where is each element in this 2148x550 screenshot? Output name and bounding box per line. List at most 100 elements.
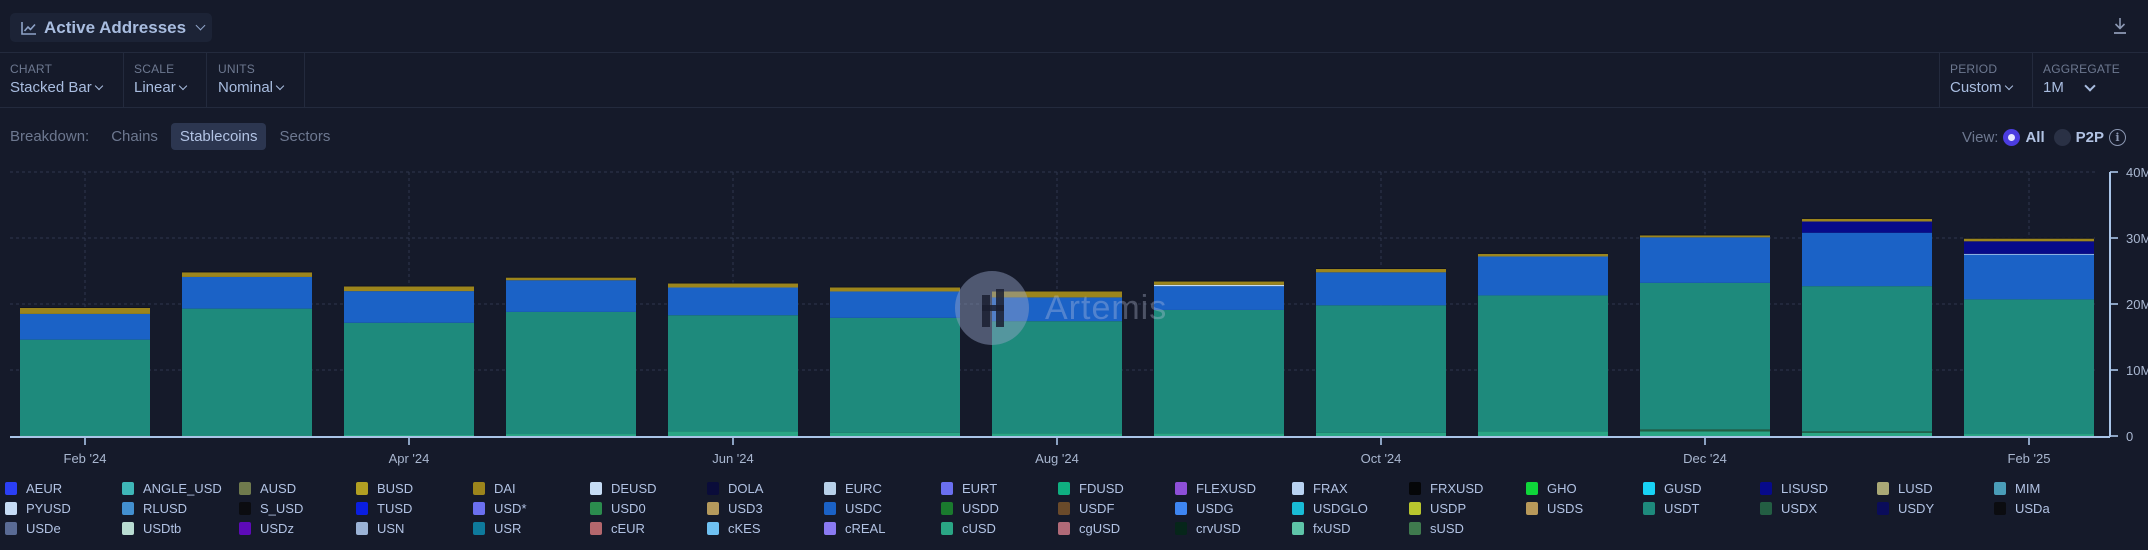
legend-item[interactable]: ANGLE_USD xyxy=(122,480,239,497)
aggregate-caption: AGGREGATE xyxy=(2043,62,2120,76)
legend-item[interactable]: USDC xyxy=(824,500,941,517)
bar-segment-usdc xyxy=(344,291,474,323)
scale-caption: SCALE xyxy=(134,62,175,76)
legend-item[interactable]: USDa xyxy=(1994,500,2111,517)
download-button[interactable] xyxy=(2112,17,2128,35)
legend-item[interactable]: USDF xyxy=(1058,500,1175,517)
scale-value: Linear xyxy=(134,79,176,96)
legend-swatch xyxy=(5,522,17,535)
bar-segment-usdt xyxy=(992,321,1122,434)
legend-item[interactable]: PYUSD xyxy=(5,500,122,517)
scale-dropdown[interactable]: SCALE Linear xyxy=(124,53,207,107)
view-p2p-radio[interactable] xyxy=(2053,128,2071,146)
tab-stablecoins[interactable]: Stablecoins xyxy=(170,123,267,150)
bar-segment-usdc xyxy=(1964,254,2094,300)
legend-item[interactable]: cUSD xyxy=(941,520,1058,537)
legend-item[interactable]: LUSD xyxy=(1877,480,1994,497)
legend-item[interactable]: crvUSD xyxy=(1175,520,1292,537)
x-tick-label: Oct '24 xyxy=(1361,451,1402,466)
chart-type-dropdown[interactable]: CHART Stacked Bar xyxy=(0,53,124,107)
bar-segment-dai xyxy=(1964,238,2094,242)
chevron-down-icon xyxy=(178,81,187,90)
bar-segment-dai xyxy=(182,272,312,277)
legend-item[interactable]: TUSD xyxy=(356,500,473,517)
legend-item[interactable]: S_USD xyxy=(239,500,356,517)
legend-item[interactable]: FRXUSD xyxy=(1409,480,1526,497)
view-all-label[interactable]: All xyxy=(2025,129,2044,146)
tab-chains[interactable]: Chains xyxy=(102,123,167,150)
view-all-radio[interactable] xyxy=(2003,128,2021,146)
y-tick-label: 20M xyxy=(2126,297,2148,312)
legend-item[interactable]: GUSD xyxy=(1643,480,1760,497)
units-value: Nominal xyxy=(218,79,274,96)
legend-item[interactable]: cKES xyxy=(707,520,824,537)
metric-selector[interactable]: Active Addresses xyxy=(10,13,212,42)
legend-swatch xyxy=(1292,522,1304,535)
legend-item[interactable]: USN xyxy=(356,520,473,537)
info-icon[interactable]: i xyxy=(2109,128,2126,146)
legend-label: RLUSD xyxy=(143,501,188,516)
legend-item[interactable]: DOLA xyxy=(707,480,824,497)
units-dropdown[interactable]: UNITS Nominal xyxy=(207,53,305,107)
legend-item[interactable]: BUSD xyxy=(356,480,473,497)
legend-item[interactable]: USDT xyxy=(1643,500,1760,517)
legend-item[interactable]: cREAL xyxy=(824,520,941,537)
y-tick-label: 10M xyxy=(2126,363,2148,378)
bar-segment-lisusd xyxy=(1964,241,2094,254)
legend-item[interactable]: cEUR xyxy=(590,520,707,537)
legend-label: USDG xyxy=(1196,501,1234,516)
bar-segment-usdc xyxy=(1316,272,1446,306)
legend-swatch xyxy=(1526,502,1538,515)
legend-item[interactable]: USDGLO xyxy=(1292,500,1409,517)
legend-item[interactable]: DAI xyxy=(473,480,590,497)
legend-item[interactable]: USD* xyxy=(473,500,590,517)
legend-item[interactable]: RLUSD xyxy=(122,500,239,517)
legend-label: USD0 xyxy=(611,501,646,516)
legend-item[interactable]: AUSD xyxy=(239,480,356,497)
legend-item[interactable]: USDP xyxy=(1409,500,1526,517)
legend-item[interactable]: FDUSD xyxy=(1058,480,1175,497)
stacked-bar-chart: Feb '24 Apr '24 Jun '24 Aug '24 Oct '24 Dec '… xyxy=(10,165,2148,466)
legend-item[interactable]: USDY xyxy=(1877,500,1994,517)
legend-item[interactable]: sUSD xyxy=(1409,520,1526,537)
legend-label: USDD xyxy=(962,501,999,516)
period-dropdown[interactable]: PERIOD Custom xyxy=(1939,53,2032,107)
legend-item[interactable]: DEUSD xyxy=(590,480,707,497)
legend-item[interactable]: USDD xyxy=(941,500,1058,517)
legend-item[interactable]: AEUR xyxy=(5,480,122,497)
legend-item[interactable]: USD0 xyxy=(590,500,707,517)
legend-item[interactable]: USD3 xyxy=(707,500,824,517)
legend-item[interactable]: MIM xyxy=(1994,480,2111,497)
legend-item[interactable]: USDX xyxy=(1760,500,1877,517)
legend-item[interactable]: USDe xyxy=(5,520,122,537)
view-p2p-label[interactable]: P2P xyxy=(2076,129,2104,146)
legend-label: cKES xyxy=(728,521,761,536)
aggregate-dropdown[interactable]: AGGREGATE 1M xyxy=(2032,53,2148,107)
legend-swatch xyxy=(824,482,836,495)
legend-item[interactable]: FRAX xyxy=(1292,480,1409,497)
legend-swatch xyxy=(1643,482,1655,495)
legend-item[interactable]: GHO xyxy=(1526,480,1643,497)
legend-label: AUSD xyxy=(260,481,297,496)
legend-item[interactable]: USDz xyxy=(239,520,356,537)
legend-item[interactable]: cgUSD xyxy=(1058,520,1175,537)
legend-item[interactable]: fxUSD xyxy=(1292,520,1409,537)
metric-title: Active Addresses xyxy=(44,17,187,37)
bar-segment-dai xyxy=(20,307,150,314)
bar-segment-cusd xyxy=(830,432,960,436)
legend-item[interactable]: FLEXUSD xyxy=(1175,480,1292,497)
bar-segment-usdt xyxy=(668,315,798,432)
legend-label: FRXUSD xyxy=(1430,481,1484,496)
legend-item[interactable]: EURC xyxy=(824,480,941,497)
tab-sectors[interactable]: Sectors xyxy=(270,123,339,150)
legend-item[interactable]: USDtb xyxy=(122,520,239,537)
legend-item[interactable]: USDS xyxy=(1526,500,1643,517)
legend-item[interactable]: USR xyxy=(473,520,590,537)
legend-item[interactable]: LISUSD xyxy=(1760,480,1877,497)
legend-item[interactable]: EURT xyxy=(941,480,1058,497)
bar-segment-dai xyxy=(1154,281,1284,285)
legend-label: USDP xyxy=(1430,501,1467,516)
bar-segment-usdc xyxy=(1640,237,1770,283)
bar-segment-usdc xyxy=(1478,256,1608,296)
legend-item[interactable]: USDG xyxy=(1175,500,1292,517)
